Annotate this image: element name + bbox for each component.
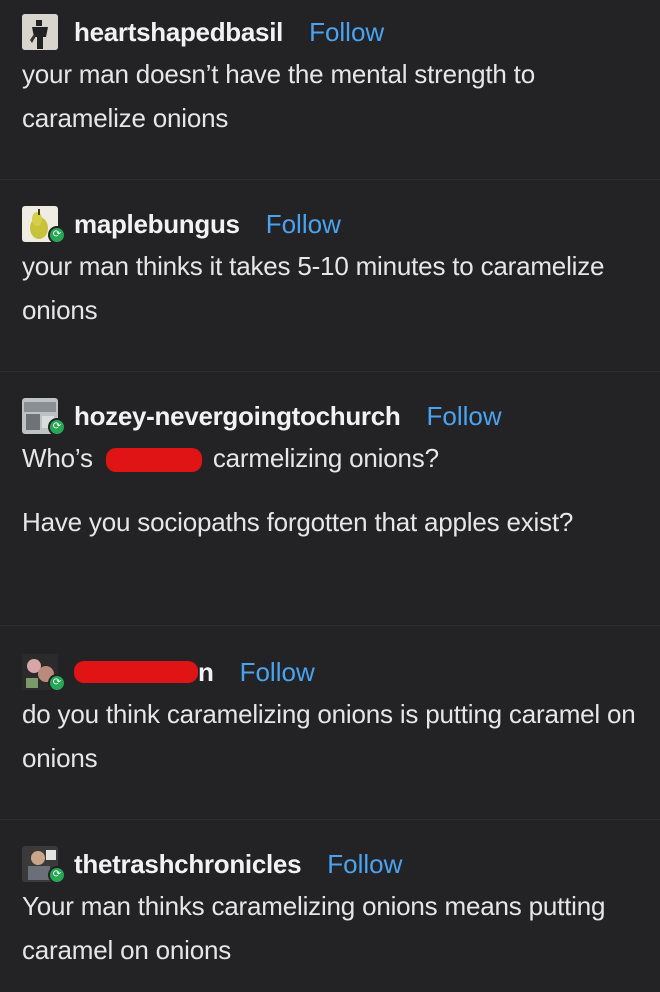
person-silhouette-icon <box>22 14 58 50</box>
reblog-icon: ⟳ <box>48 866 66 884</box>
post-header: ⟳ maplebungus Follow <box>22 204 638 244</box>
redaction-bar <box>74 661 198 683</box>
follow-button[interactable]: Follow <box>309 17 384 48</box>
post-text: Who’s carmelizing onions? <box>22 436 638 480</box>
post-header: ⟳ thetrashchronicles Follow <box>22 844 638 884</box>
post-username[interactable]: thetrashchronicles <box>74 849 302 880</box>
thread-post: ⟳ maplebungus Follow your man thinks it … <box>0 204 660 372</box>
reblog-thread: heartshapedbasil Follow your man doesn’t… <box>0 0 660 992</box>
post-text: your man thinks it takes 5-10 minutes to… <box>22 251 605 325</box>
post-body: do you think caramelizing onions is putt… <box>22 692 638 780</box>
reblog-icon: ⟳ <box>48 226 66 244</box>
post-username[interactable]: hozey-nevergoingtochurch <box>74 401 401 432</box>
post-text: your man doesn’t have the mental strengt… <box>22 59 535 133</box>
post-header: ⟳ hozey-nevergoingtochurch Follow <box>22 396 638 436</box>
thread-post: heartshapedbasil Follow your man doesn’t… <box>0 12 660 180</box>
post-body: Your man thinks caramelizing onions mean… <box>22 884 638 972</box>
thread-post: ⟳ n Follow do you think caramelizing oni… <box>0 652 660 820</box>
avatar[interactable]: ⟳ <box>22 844 66 884</box>
thread-post: ⟳ hozey-nevergoingtochurch Follow Who’s … <box>0 396 660 626</box>
post-username[interactable]: heartshapedbasil <box>74 17 283 48</box>
follow-button[interactable]: Follow <box>427 401 502 432</box>
post-username-suffix[interactable]: n <box>198 657 214 688</box>
avatar[interactable]: ⟳ <box>22 204 66 244</box>
avatar[interactable] <box>22 12 64 52</box>
post-header: heartshapedbasil Follow <box>22 12 638 52</box>
post-header: ⟳ n Follow <box>22 652 638 692</box>
post-body: your man doesn’t have the mental strengt… <box>22 52 638 140</box>
post-text: Your man thinks caramelizing onions mean… <box>22 891 606 965</box>
post-text: do you think caramelizing onions is putt… <box>22 699 636 773</box>
follow-button[interactable]: Follow <box>266 209 341 240</box>
post-body: your man thinks it takes 5-10 minutes to… <box>22 244 638 332</box>
post-username[interactable]: maplebungus <box>74 209 240 240</box>
post-body: Who’s carmelizing onions? Have you socio… <box>22 436 638 544</box>
avatar[interactable]: ⟳ <box>22 652 66 692</box>
follow-button[interactable]: Follow <box>327 849 402 880</box>
post-text-fragment: Who’s <box>22 443 93 473</box>
redaction-bar <box>105 448 202 473</box>
reblog-icon: ⟳ <box>48 674 66 692</box>
avatar[interactable]: ⟳ <box>22 396 66 436</box>
reblog-icon: ⟳ <box>48 418 66 436</box>
follow-button[interactable]: Follow <box>240 657 315 688</box>
post-text-fragment: carmelizing onions? <box>212 443 439 473</box>
thread-post: ⟳ thetrashchronicles Follow Your man thi… <box>0 844 660 992</box>
post-text: Have you sociopaths forgotten that apple… <box>22 507 574 537</box>
